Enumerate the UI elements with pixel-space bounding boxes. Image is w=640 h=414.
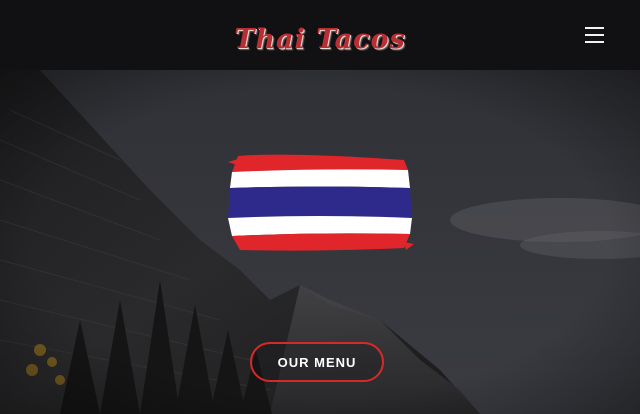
site-logo[interactable]: Thai Tacos (0, 24, 640, 55)
site-header: Thai Tacos (0, 0, 640, 70)
our-menu-button[interactable]: OUR MENU (250, 342, 384, 382)
thailand-flag-icon (228, 154, 414, 251)
hamburger-menu-icon[interactable] (582, 24, 608, 46)
